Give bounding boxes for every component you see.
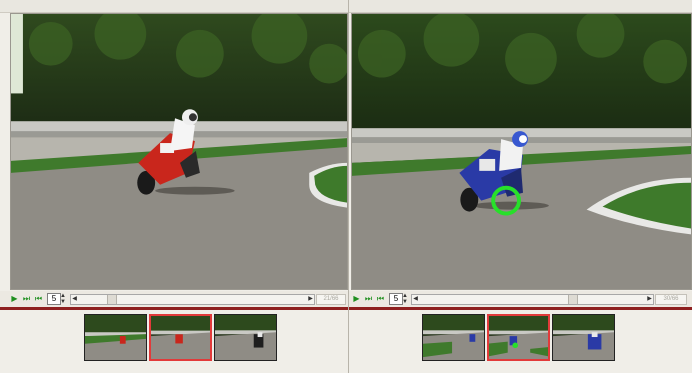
right-thumbnail-strip (349, 310, 692, 373)
timeline-scrollbar[interactable]: ◀ ▶ (411, 294, 654, 305)
step-back-icon[interactable]: ⏮ (376, 294, 385, 304)
thumbnail-image (489, 316, 548, 359)
thumbnail-image (215, 315, 276, 360)
scroll-right-icon[interactable]: ▶ (646, 295, 653, 304)
right-video-frame[interactable] (351, 13, 692, 290)
thumbnail-frame[interactable] (422, 314, 485, 361)
thumbnail-image (85, 315, 146, 360)
step-back-icon[interactable]: ⏮ (34, 294, 43, 304)
left-video-frame[interactable] (10, 13, 348, 290)
left-video-image (11, 14, 347, 289)
thumbnail-frame-selected[interactable] (487, 314, 550, 361)
scroll-left-icon[interactable]: ◀ (412, 295, 419, 304)
play-icon[interactable]: ▶ (10, 294, 19, 304)
frame-status: 21/66 (316, 294, 346, 305)
thumbnail-frame-selected[interactable] (149, 314, 212, 361)
left-thumbnail-strip (0, 310, 348, 373)
timeline-scrollbar[interactable]: ◀ ▶ (70, 294, 315, 305)
thumbnail-frame[interactable] (552, 314, 615, 361)
scroll-right-icon[interactable]: ▶ (307, 295, 314, 304)
frame-spinner[interactable]: ▲ ▼ (402, 293, 408, 305)
scroll-thumb[interactable] (107, 295, 117, 304)
right-toolbar (349, 0, 692, 13)
frame-spinner[interactable]: ▲ ▼ (60, 293, 66, 305)
thumbnail-frame[interactable] (214, 314, 277, 361)
frame-status: 30/66 (655, 294, 687, 305)
frame-number-field[interactable]: 5 (389, 293, 403, 305)
thumbnail-image (151, 316, 210, 359)
frame-number-field[interactable]: 5 (47, 293, 61, 305)
left-toolbar (0, 0, 348, 13)
scroll-left-icon[interactable]: ◀ (71, 295, 78, 304)
thumbnail-image (553, 315, 614, 360)
thumbnail-frame[interactable] (84, 314, 147, 361)
right-video-image (352, 14, 691, 289)
left-video-pane: ▶ ⏭ ⏮ 5 ▲ ▼ ◀ ▶ 21/66 (0, 0, 348, 373)
scroll-thumb[interactable] (568, 295, 578, 304)
play-icon[interactable]: ▶ (352, 294, 361, 304)
step-forward-icon[interactable]: ⏭ (22, 294, 31, 304)
step-forward-icon[interactable]: ⏭ (364, 294, 373, 304)
right-playback-controls: ▶ ⏭ ⏮ 5 ▲ ▼ ◀ ▶ 30/66 (349, 291, 692, 307)
right-video-pane: ▶ ⏭ ⏮ 5 ▲ ▼ ◀ ▶ 30/66 (349, 0, 692, 373)
thumbnail-image (423, 315, 484, 360)
left-playback-controls: ▶ ⏭ ⏮ 5 ▲ ▼ ◀ ▶ 21/66 (0, 291, 348, 307)
